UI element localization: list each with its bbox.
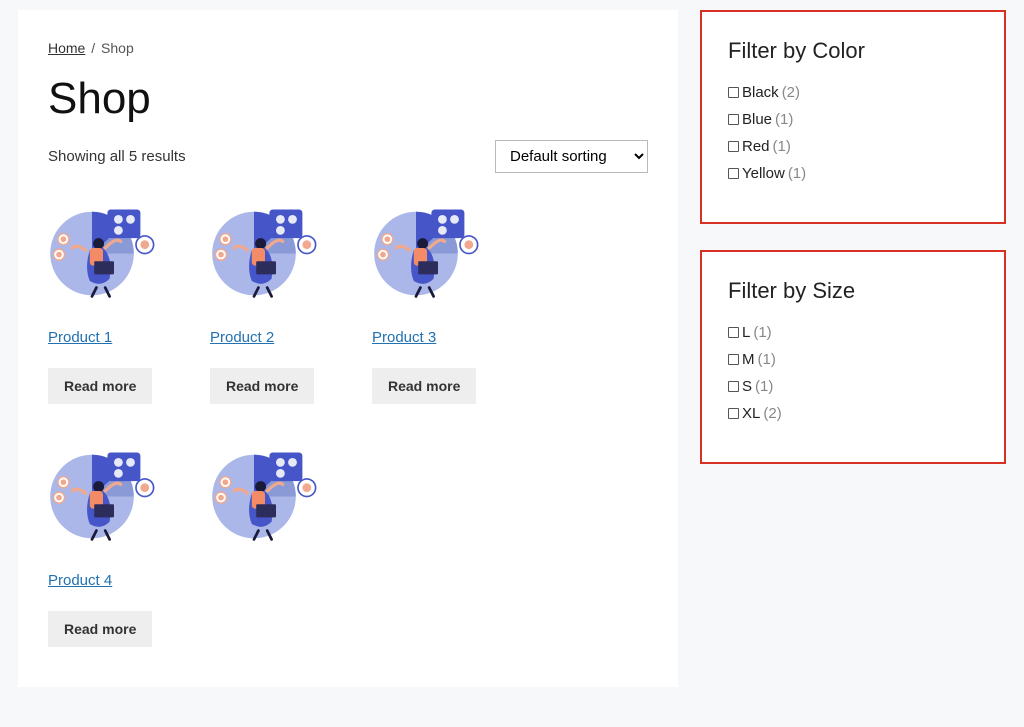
filter-list: L(1) M(1) S(1) XL(2) [728, 324, 978, 422]
read-more-button[interactable]: Read more [372, 368, 476, 404]
product-title-link[interactable]: Product 4 [48, 572, 112, 589]
product-image[interactable] [210, 436, 320, 546]
filter-size-widget: Filter by Size L(1) M(1) S(1) XL(2) [700, 250, 1006, 464]
checkbox-icon [728, 141, 739, 152]
breadcrumb-separator: / [89, 40, 97, 56]
product-title-link[interactable]: Product 3 [372, 329, 436, 346]
result-count: Showing all 5 results [48, 148, 186, 165]
filter-item[interactable]: Yellow(1) [728, 165, 978, 182]
product-image[interactable] [48, 193, 158, 303]
filter-item[interactable]: Black(2) [728, 84, 978, 101]
checkbox-icon [728, 87, 739, 98]
toolbar: Showing all 5 results Default sorting [48, 140, 648, 173]
product-card: Product 3 Read more [372, 193, 502, 404]
checkbox-icon [728, 354, 739, 365]
read-more-button[interactable]: Read more [48, 368, 152, 404]
filter-item[interactable]: Blue(1) [728, 111, 978, 128]
filter-item[interactable]: S(1) [728, 378, 978, 395]
checkbox-icon [728, 381, 739, 392]
filter-item[interactable]: M(1) [728, 351, 978, 368]
filter-item[interactable]: L(1) [728, 324, 978, 341]
checkbox-icon [728, 168, 739, 179]
product-title-link[interactable]: Product 2 [210, 329, 274, 346]
product-image[interactable] [210, 193, 320, 303]
widget-title: Filter by Color [728, 38, 978, 64]
read-more-button[interactable]: Read more [48, 611, 152, 647]
read-more-button[interactable]: Read more [210, 368, 314, 404]
product-card: Product 1 Read more [48, 193, 178, 404]
product-title-link[interactable]: Product 1 [48, 329, 112, 346]
breadcrumb: Home / Shop [48, 40, 648, 56]
page-title: Shop [48, 74, 648, 124]
filter-color-widget: Filter by Color Black(2) Blue(1) Red(1) … [700, 10, 1006, 224]
product-card: Product 4 Read more [48, 436, 178, 647]
product-image[interactable] [48, 436, 158, 546]
checkbox-icon [728, 327, 739, 338]
main-content: Home / Shop Shop Showing all 5 results D… [18, 10, 678, 687]
product-image[interactable] [372, 193, 482, 303]
checkbox-icon [728, 408, 739, 419]
checkbox-icon [728, 114, 739, 125]
filter-item[interactable]: XL(2) [728, 405, 978, 422]
sort-select[interactable]: Default sorting [495, 140, 648, 173]
filter-list: Black(2) Blue(1) Red(1) Yellow(1) [728, 84, 978, 182]
product-card: Product 2 Read more [210, 193, 340, 404]
product-card [210, 436, 340, 647]
filter-item[interactable]: Red(1) [728, 138, 978, 155]
breadcrumb-current: Shop [101, 40, 134, 56]
widget-title: Filter by Size [728, 278, 978, 304]
breadcrumb-home-link[interactable]: Home [48, 40, 85, 56]
sidebar: Filter by Color Black(2) Blue(1) Red(1) … [700, 10, 1006, 687]
product-grid: Product 1 Read more Product 2 Read more … [48, 193, 648, 647]
